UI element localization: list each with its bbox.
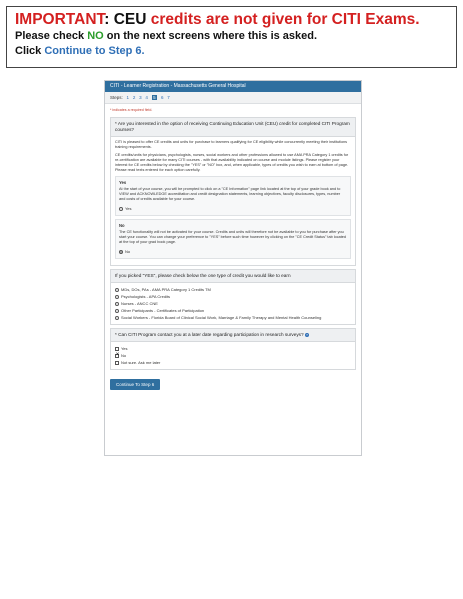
- credit-type-title: If you picked "YES", please check below …: [111, 270, 355, 283]
- page-header: CITI - Learner Registration - Massachuse…: [105, 81, 361, 92]
- banner-line3-pre: Click: [15, 45, 42, 57]
- ceu-yes-title: Yes: [119, 180, 127, 185]
- registration-screenshot: CITI - Learner Registration - Massachuse…: [104, 80, 362, 456]
- ceu-details: CE credits/units for physicians, psychol…: [115, 153, 349, 172]
- survey-checkbox[interactable]: [115, 346, 119, 351]
- banner-continue-text: Continue to Step 6.: [44, 45, 145, 57]
- ceu-question-panel: * Are you interested in the option of re…: [110, 117, 356, 266]
- credit-option-label: Psychologists - APA Credits: [121, 294, 171, 299]
- ceu-no-label: No: [125, 249, 131, 254]
- required-note: * indicates a required field.: [110, 108, 153, 112]
- ceu-no-text: The CE functionality will not be activat…: [119, 230, 346, 244]
- ceu-no-title: No: [119, 223, 125, 228]
- banner-line-2: Please check NO on the next screens wher…: [15, 29, 448, 44]
- ceu-intro: CITI is pleased to offer CE credits and …: [115, 140, 348, 149]
- step-7[interactable]: 7: [167, 95, 170, 100]
- survey-title: * Can CITI Program contact you at a late…: [111, 329, 355, 342]
- ceu-no-radio-selected[interactable]: [119, 249, 123, 254]
- banner-headline: IMPORTANT: CEU credits are not given for…: [15, 11, 420, 28]
- credit-radio[interactable]: [115, 301, 119, 306]
- credit-option[interactable]: Social Workers - Florida Board of Clinic…: [115, 314, 351, 321]
- survey-checkbox[interactable]: [115, 360, 119, 365]
- instruction-banner: IMPORTANT: CEU credits are not given for…: [6, 6, 457, 68]
- credit-option[interactable]: Psychologists - APA Credits: [115, 293, 351, 300]
- credit-option[interactable]: Other Participants - Certificates of Par…: [115, 307, 351, 314]
- continue-button[interactable]: Continue To Step 6: [110, 379, 161, 390]
- ceu-no-option[interactable]: No: [119, 248, 347, 255]
- steps-label: Steps:: [110, 95, 123, 100]
- survey-option[interactable]: No: [115, 352, 351, 359]
- step-5-active: 5: [151, 95, 158, 100]
- credit-option[interactable]: MDs, DOs, PAs - AMA PRA Category 1 Credi…: [115, 286, 351, 293]
- credit-option-label: MDs, DOs, PAs - AMA PRA Category 1 Credi…: [121, 287, 211, 292]
- ceu-question-title: * Are you interested in the option of re…: [111, 118, 355, 137]
- credit-radio[interactable]: [115, 294, 119, 299]
- survey-title-text: * Can CITI Program contact you at a late…: [115, 332, 304, 337]
- survey-option[interactable]: Yes: [115, 345, 351, 352]
- step-4[interactable]: 4: [145, 95, 148, 100]
- survey-panel: * Can CITI Program contact you at a late…: [110, 328, 356, 370]
- credit-option-label: Nurses - ANCC CNE: [121, 301, 158, 306]
- credit-radio[interactable]: [115, 315, 119, 320]
- help-icon[interactable]: ?: [304, 333, 309, 337]
- ceu-yes-option[interactable]: Yes: [119, 205, 347, 212]
- banner-no-emphasis: NO: [87, 30, 104, 42]
- survey-checkbox-checked[interactable]: [115, 352, 119, 359]
- step-1[interactable]: 1: [127, 95, 130, 100]
- steps-nav: Steps: 1 2 3 4 5 6 7: [105, 92, 361, 104]
- credit-option-label: Social Workers - Florida Board of Clinic…: [121, 315, 322, 320]
- survey-option-label: Not sure. Ask me later: [121, 360, 161, 365]
- ceu-no-panel: No The CE functionality will not be acti…: [115, 219, 351, 259]
- banner-line-3: Click Continue to Step 6.: [15, 44, 448, 59]
- banner-ceu: CEU: [113, 11, 147, 28]
- banner-important: IMPORTANT: [15, 11, 105, 28]
- survey-option-label: Yes: [121, 346, 128, 351]
- survey-option[interactable]: Not sure. Ask me later: [115, 359, 351, 366]
- credit-option-label: Other Participants - Certificates of Par…: [121, 308, 205, 313]
- banner-line2-post: on the next screens where this is asked.: [106, 30, 318, 42]
- ceu-yes-text: At the start of your course, you will be…: [119, 187, 341, 201]
- credit-radio[interactable]: [115, 287, 119, 292]
- banner-headline-rest: credits are not given for CITI Exams.: [150, 11, 420, 28]
- ceu-yes-panel: Yes At the start of your course, you wil…: [115, 176, 351, 216]
- step-6[interactable]: 6: [161, 95, 164, 100]
- credit-radio[interactable]: [115, 308, 119, 313]
- credit-type-panel: If you picked "YES", please check below …: [110, 269, 356, 325]
- ceu-yes-radio[interactable]: [119, 206, 123, 211]
- step-3[interactable]: 3: [139, 95, 142, 100]
- credit-option[interactable]: Nurses - ANCC CNE: [115, 300, 351, 307]
- ceu-yes-label: Yes: [125, 206, 132, 211]
- step-2[interactable]: 2: [133, 95, 136, 100]
- survey-option-label: No: [121, 353, 127, 358]
- banner-line2-pre: Please check: [15, 30, 85, 42]
